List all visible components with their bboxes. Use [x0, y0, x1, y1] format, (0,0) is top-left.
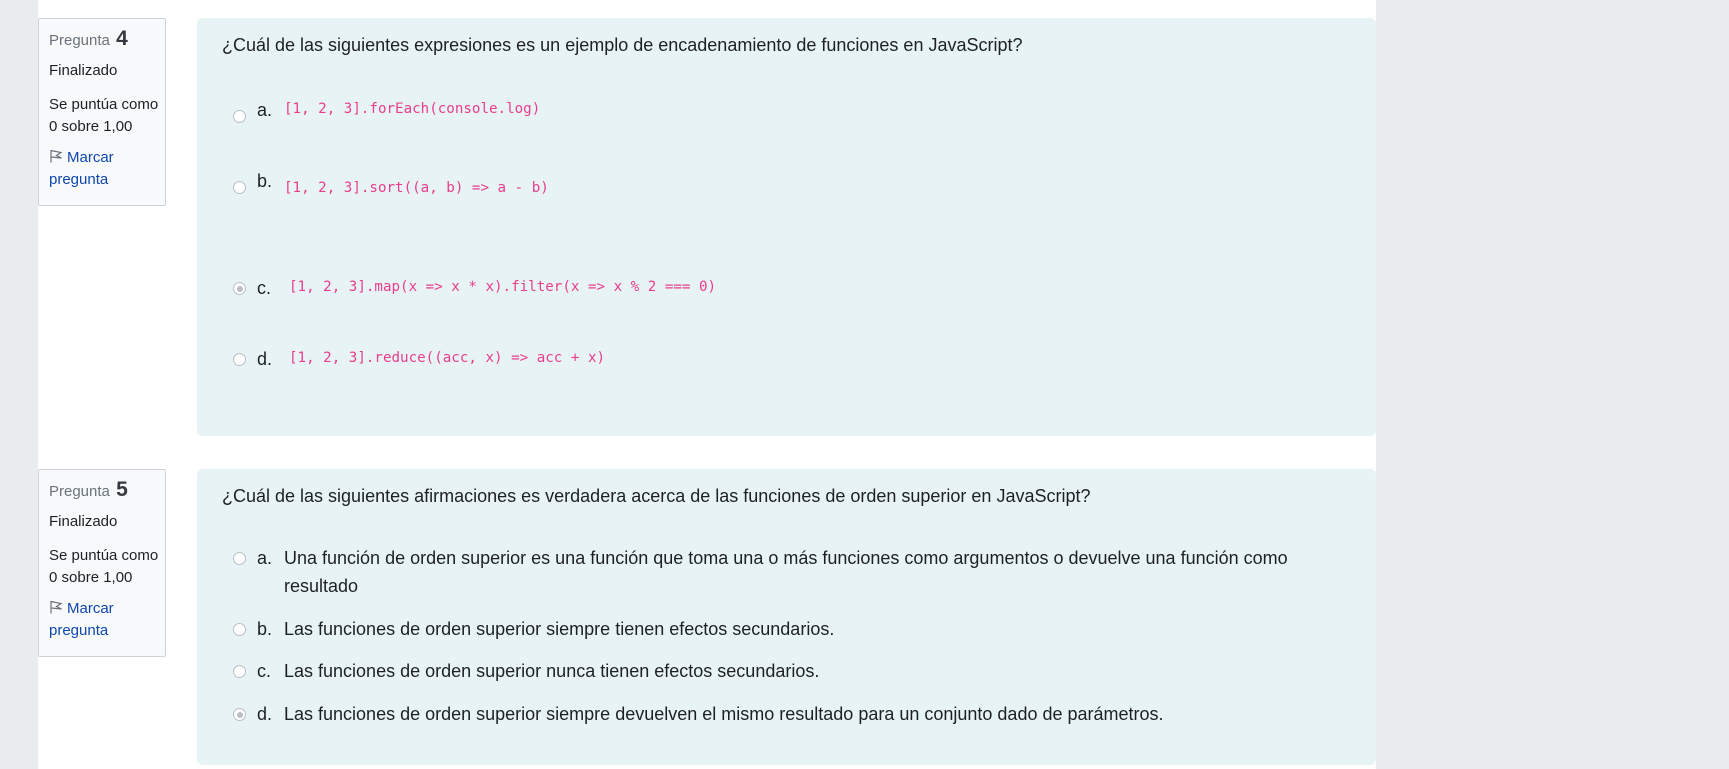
- question-number-value: 5: [116, 478, 128, 501]
- question-grade: Se puntúa como 0 sobre 1,00: [49, 94, 165, 138]
- question-text: ¿Cuál de las siguientes afirmaciones es …: [222, 486, 1091, 506]
- radio-button-selected[interactable]: [233, 282, 246, 295]
- flag-label-2: pregunta: [49, 171, 109, 188]
- question-number-value: 4: [116, 27, 128, 50]
- question-number: Pregunta 4: [49, 27, 165, 53]
- flag-label-1: Marcar: [67, 149, 114, 166]
- question-text: ¿Cuál de las siguientes expresiones es u…: [222, 35, 1023, 55]
- answer-code: [1, 2, 3].reduce((acc, x) => acc + x): [289, 350, 606, 366]
- radio-button[interactable]: [233, 353, 246, 366]
- answer-letter: b.: [257, 619, 273, 639]
- radio-button[interactable]: [233, 181, 246, 194]
- answer-letter: d.: [257, 349, 273, 369]
- answer-text: Una función de orden superior es una fun…: [284, 548, 1288, 596]
- answer-code: [1, 2, 3].map(x => x * x).filter(x => x …: [289, 279, 717, 295]
- grade-value: 0 sobre 1,00: [49, 569, 133, 586]
- answer-letter: a.: [257, 100, 273, 120]
- question-content: ¿Cuál de las siguientes expresiones es u…: [197, 18, 1376, 436]
- question-5: Pregunta 5 Finalizado Se puntúa como 0 s…: [38, 469, 1376, 765]
- answer-letter: d.: [257, 704, 273, 724]
- question-number: Pregunta 5: [49, 478, 165, 504]
- answer-letter: a.: [257, 548, 273, 568]
- flag-label-2: pregunta: [49, 622, 109, 639]
- question-info-panel: Pregunta 5 Finalizado Se puntúa como 0 s…: [38, 469, 166, 657]
- answer-text: Las funciones de orden superior siempre …: [284, 619, 835, 639]
- answer-letter: c.: [257, 661, 272, 681]
- flag-label-1: Marcar: [67, 600, 114, 617]
- question-grade: Se puntúa como 0 sobre 1,00: [49, 545, 165, 589]
- grade-value: 0 sobre 1,00: [49, 118, 133, 135]
- radio-button-selected[interactable]: [233, 708, 246, 721]
- answer-code: [1, 2, 3].forEach(console.log): [284, 101, 541, 117]
- radio-button[interactable]: [233, 552, 246, 565]
- flag-question-link[interactable]: Marcar pregunta: [49, 147, 165, 191]
- flag-question-link[interactable]: Marcar pregunta: [49, 598, 165, 642]
- question-state: Finalizado: [49, 513, 118, 530]
- answer-text: Las funciones de orden superior siempre …: [284, 704, 1164, 724]
- question-label: Pregunta: [49, 483, 110, 500]
- question-state: Finalizado: [49, 62, 118, 79]
- answer-letter: c.: [257, 278, 272, 298]
- answer-text: Las funciones de orden superior nunca ti…: [284, 661, 820, 681]
- answer-code: [1, 2, 3].sort((a, b) => a - b): [284, 180, 549, 196]
- radio-button[interactable]: [233, 665, 246, 678]
- answer-letter: b.: [257, 171, 273, 191]
- grade-label: Se puntúa como: [49, 96, 159, 113]
- grade-label: Se puntúa como: [49, 547, 159, 564]
- flag-icon: [50, 600, 63, 614]
- flag-icon: [50, 149, 63, 163]
- radio-button[interactable]: [233, 110, 246, 123]
- question-content: ¿Cuál de las siguientes afirmaciones es …: [197, 469, 1376, 765]
- question-info-panel: Pregunta 4 Finalizado Se puntúa como 0 s…: [38, 18, 166, 206]
- question-label: Pregunta: [49, 32, 110, 49]
- question-4: Pregunta 4 Finalizado Se puntúa como 0 s…: [38, 18, 1376, 436]
- radio-button[interactable]: [233, 623, 246, 636]
